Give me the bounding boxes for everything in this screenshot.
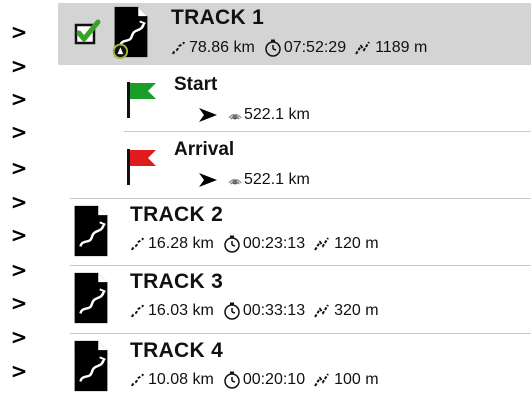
track-row-3[interactable]: TRACK 3 16.03 km 00:33:13 320 m <box>58 266 531 333</box>
track-elevation: 1189 m <box>375 39 428 56</box>
stopwatch-icon <box>224 302 240 320</box>
track-row-2[interactable]: TRACK 2 16.28 km 00:23:13 120 m <box>58 199 531 265</box>
track-duration: 07:52:29 <box>283 39 347 56</box>
track-elevation: 120 m <box>334 235 379 252</box>
track-stats: 78.86 km 07:52:29 1189 m <box>171 39 427 57</box>
track-route-icon <box>112 6 148 59</box>
track-title: TRACK 4 <box>130 339 224 362</box>
waypoint-row-arrival[interactable]: Arrival 522.1 km <box>58 132 531 198</box>
chevron-right-icon[interactable]: > <box>8 56 30 76</box>
track-distance: 10.08 km <box>148 371 214 388</box>
waypoint-row-start[interactable]: Start 522.1 km <box>58 65 531 132</box>
waypoint-name: Arrival <box>174 139 235 160</box>
track-row-1[interactable]: TRACK 1 78.86 km 07:52:29 1189 m <box>58 3 531 65</box>
distance-route-icon <box>131 373 144 387</box>
flag-start-icon <box>127 82 156 118</box>
track-duration: 00:23:13 <box>242 235 306 252</box>
track-distance: 16.03 km <box>148 302 214 319</box>
track-title: TRACK 2 <box>130 203 224 226</box>
elevation-icon <box>355 41 370 55</box>
chevron-right-icon[interactable]: > <box>8 327 30 347</box>
track-distance: 16.28 km <box>148 235 214 252</box>
elevation-icon <box>314 304 329 318</box>
chevron-right-icon[interactable]: > <box>8 22 30 42</box>
checkbox-checked-icon[interactable] <box>74 19 104 47</box>
track-route-icon <box>74 205 108 257</box>
waypoint-distance: 522.1 km <box>198 171 310 189</box>
track-title: TRACK 3 <box>130 270 224 293</box>
left-gutter: > > > > > > > > > > > <box>0 0 50 394</box>
direction-arrow-icon <box>199 108 217 122</box>
waypoint-distance-value: 522.1 km <box>244 106 310 123</box>
track-duration: 00:33:13 <box>242 302 306 319</box>
distance-route-icon <box>131 304 144 318</box>
track-stats: 16.28 km 00:23:13 120 m <box>130 235 379 253</box>
direction-arrow-icon <box>199 173 217 187</box>
flag-arrival-icon <box>127 149 156 185</box>
waypoint-distance: 522.1 km <box>198 106 310 124</box>
chevron-right-icon[interactable]: > <box>8 260 30 280</box>
stopwatch-icon <box>224 235 240 253</box>
chevron-right-icon[interactable]: > <box>8 293 30 313</box>
track-stats: 16.03 km 00:33:13 320 m <box>130 302 379 320</box>
track-route-icon <box>74 272 108 324</box>
chevron-right-icon[interactable]: > <box>8 158 30 178</box>
track-distance: 78.86 km <box>189 39 255 56</box>
stopwatch-icon <box>224 371 240 389</box>
track-elevation: 320 m <box>334 302 379 319</box>
waypoint-name: Start <box>174 74 218 95</box>
stopwatch-icon <box>265 39 281 57</box>
chevron-right-icon[interactable]: > <box>8 361 30 381</box>
distance-route-icon <box>131 237 144 251</box>
track-elevation: 100 m <box>334 371 379 388</box>
track-route-icon <box>74 340 108 392</box>
track-duration: 00:20:10 <box>242 371 306 388</box>
chevron-right-icon[interactable]: > <box>8 225 30 245</box>
chevron-right-icon[interactable]: > <box>8 122 30 142</box>
waypoint-distance-value: 522.1 km <box>244 171 310 188</box>
chevron-right-icon[interactable]: > <box>8 192 30 212</box>
track-row-4[interactable]: TRACK 4 10.08 km 00:20:10 100 m <box>58 334 531 394</box>
track-stats: 10.08 km 00:20:10 100 m <box>130 371 379 389</box>
elevation-icon <box>314 237 329 251</box>
distance-route-icon <box>172 41 185 55</box>
track-title: TRACK 1 <box>171 6 265 29</box>
gps-signal-icon <box>228 178 242 185</box>
elevation-icon <box>314 373 329 387</box>
gps-signal-icon <box>228 113 242 120</box>
chevron-right-icon[interactable]: > <box>8 89 30 109</box>
